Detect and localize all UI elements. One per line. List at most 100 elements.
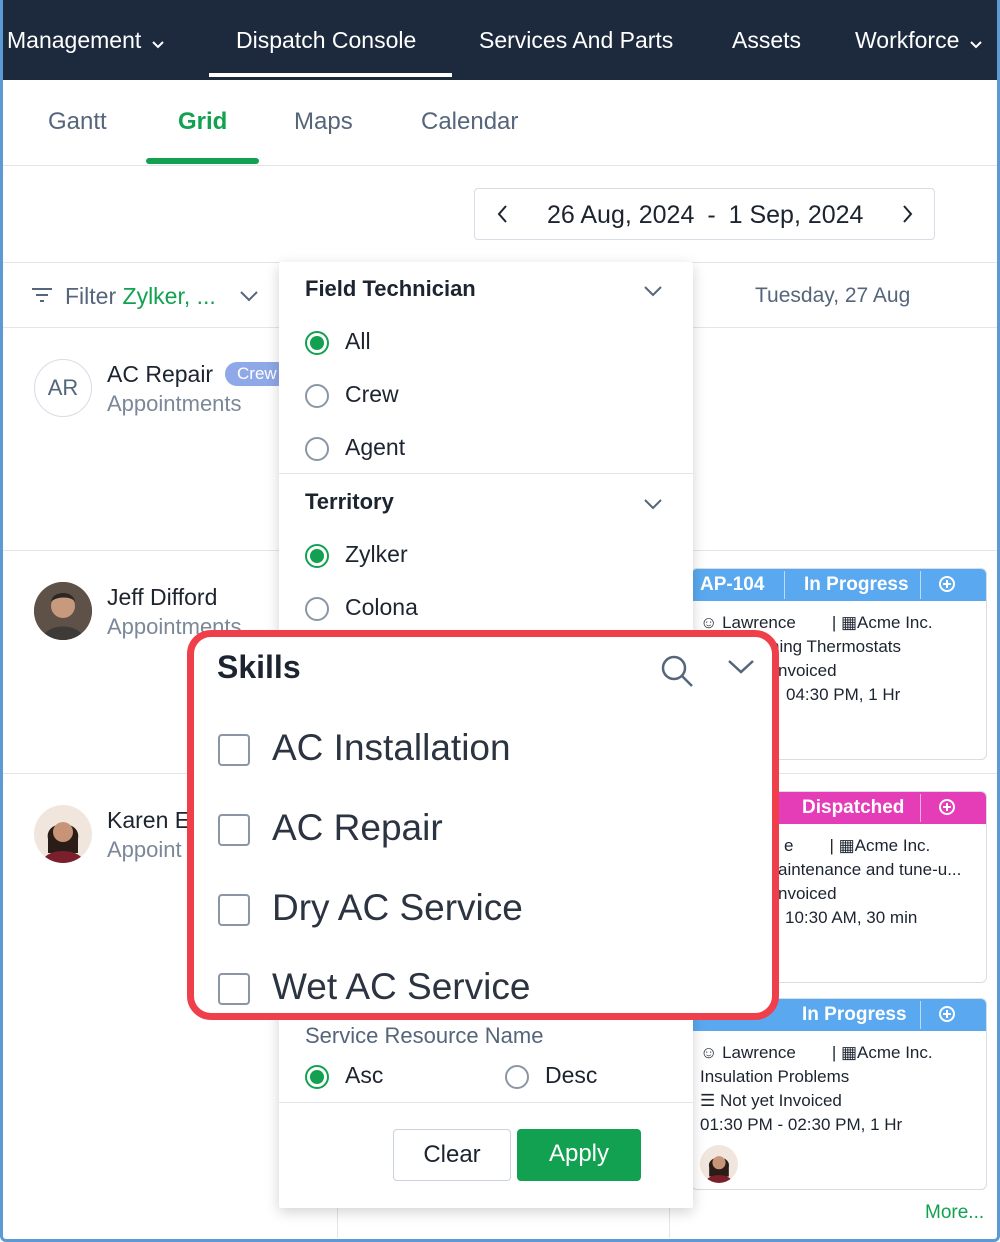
section-divider	[279, 473, 693, 474]
card-agent: Lawrence	[722, 1043, 796, 1062]
card-line: nvoiced	[778, 661, 837, 680]
appointment-id: AP-104	[700, 574, 765, 595]
dispatch-icon[interactable]	[938, 1005, 956, 1029]
card-line: ning Thermostats	[770, 637, 902, 656]
radio-button[interactable]	[305, 543, 329, 568]
card-line: ☺ Lawrence | ▦Acme Inc.	[700, 1043, 933, 1062]
option-label: Asc	[345, 1062, 384, 1088]
avatar	[34, 805, 92, 863]
divider	[920, 1001, 921, 1029]
dispatch-icon[interactable]	[938, 575, 956, 599]
nav-item-services-and-parts[interactable]: Services And Parts	[479, 0, 673, 80]
option-label: Desc	[545, 1062, 598, 1088]
filter-label: Filter	[65, 283, 117, 309]
checkbox[interactable]	[218, 973, 250, 1006]
appointment-card[interactable]: In Progress ☺ Lawrence | ▦Acme Inc. Insul…	[691, 998, 987, 1190]
option-label: Colona	[345, 594, 418, 620]
nav-item-label: Assets	[732, 27, 802, 53]
avatar	[700, 1145, 738, 1183]
tab-maps[interactable]: Maps	[294, 108, 353, 136]
skills-title: Skills	[217, 649, 301, 685]
building-icon: ▦	[840, 1043, 858, 1062]
resource-name[interactable]: Jeff Difford	[107, 584, 217, 611]
chevron-down-icon[interactable]	[239, 289, 259, 307]
card-line: 04:30 PM, 1 Hr	[786, 685, 901, 704]
tab-gantt[interactable]: Gantt	[48, 108, 107, 136]
nav-item-label: Dispatch Console	[236, 27, 417, 53]
resource-sub: Appoint	[107, 837, 182, 862]
resource-sub: Appointments	[107, 391, 242, 416]
radio-button[interactable]	[305, 383, 329, 408]
nav-active-indicator	[209, 73, 452, 77]
nav-item-workforce[interactable]: Workforce	[855, 0, 983, 80]
checkbox[interactable]	[218, 894, 250, 927]
status-badge: Dispatched	[802, 797, 905, 818]
radio-option-asc[interactable]: Asc	[305, 1062, 383, 1089]
section-divider	[279, 1102, 693, 1103]
invoice-icon: ☰	[700, 1091, 716, 1110]
radio-button[interactable]	[305, 436, 329, 461]
dispatch-icon[interactable]	[938, 798, 956, 822]
tab-active-indicator	[146, 158, 259, 164]
radio-option-colona[interactable]: Colona	[305, 594, 418, 621]
section-title-territory[interactable]: Territory	[305, 489, 394, 515]
nav-item-dispatch-console[interactable]: Dispatch Console	[236, 0, 416, 80]
skill-option[interactable]: Wet AC Service	[218, 966, 530, 1008]
chevron-down-icon[interactable]	[643, 497, 663, 515]
nav-item-assets[interactable]: Assets	[732, 0, 801, 80]
sort-title: Service Resource Name	[305, 1023, 544, 1048]
radio-option-all[interactable]: All	[305, 328, 371, 355]
apply-button[interactable]: Apply	[517, 1129, 641, 1181]
card-invoice-status: Not yet Invoiced	[719, 1091, 842, 1110]
chevron-left-icon[interactable]	[495, 203, 509, 230]
more-link[interactable]: More...	[925, 1202, 984, 1224]
view-tabs: Gantt Grid Maps Calendar	[3, 80, 997, 166]
card-line: 10:30 AM, 30 min	[785, 908, 918, 927]
option-label: Agent	[345, 434, 406, 460]
skill-label: AC Repair	[272, 807, 443, 848]
chevron-right-icon[interactable]	[901, 203, 915, 230]
card-agent: e	[784, 836, 794, 855]
user-icon: ☺	[700, 1043, 718, 1062]
avatar: AR	[34, 359, 92, 417]
nav-item-management[interactable]: Management	[7, 0, 165, 80]
chevron-down-icon	[969, 2, 983, 82]
status-badge: In Progress	[802, 1004, 907, 1025]
app-frame: Management Dispatch Console Services And…	[0, 0, 1000, 1242]
avatar	[34, 582, 92, 640]
tab-calendar[interactable]: Calendar	[421, 108, 518, 136]
radio-button[interactable]	[305, 330, 329, 355]
checkbox[interactable]	[218, 814, 250, 847]
nav-item-label: Workforce	[855, 27, 960, 53]
radio-option-crew[interactable]: Crew	[305, 381, 399, 408]
skills-section: Skills AC Installation AC Repair Dry AC …	[187, 630, 779, 1020]
skill-option[interactable]: AC Repair	[218, 807, 443, 849]
tab-grid[interactable]: Grid	[178, 108, 227, 136]
radio-option-agent[interactable]: Agent	[305, 434, 405, 461]
card-header: AP-104 In Progress	[692, 569, 986, 601]
section-title-field-technician[interactable]: Field Technician	[305, 276, 476, 302]
checkbox[interactable]	[218, 734, 250, 767]
card-company: Acme Inc.	[857, 1043, 933, 1062]
radio-button[interactable]	[305, 1064, 329, 1089]
radio-button[interactable]	[505, 1064, 529, 1089]
chevron-down-icon[interactable]	[643, 284, 663, 302]
chevron-down-icon[interactable]	[727, 659, 755, 680]
search-icon[interactable]	[659, 653, 695, 694]
radio-button[interactable]	[305, 596, 329, 621]
skill-option[interactable]: Dry AC Service	[218, 887, 523, 929]
date-range-separator: -	[707, 201, 716, 229]
card-line: e | ▦Acme Inc.	[784, 836, 931, 855]
skill-label: Wet AC Service	[272, 966, 531, 1007]
option-label: Crew	[345, 381, 399, 407]
skill-option[interactable]: AC Installation	[218, 727, 511, 769]
filter-button[interactable]: Filter Zylker, ...	[65, 283, 216, 310]
resource-name[interactable]: Karen E	[107, 807, 190, 834]
top-nav: Management Dispatch Console Services And…	[3, 0, 997, 80]
resource-name[interactable]: AC Repair	[107, 361, 213, 388]
clear-button[interactable]: Clear	[393, 1129, 511, 1181]
card-company: Acme Inc.	[854, 836, 931, 855]
radio-option-zylker[interactable]: Zylker	[305, 541, 408, 568]
radio-option-desc[interactable]: Desc	[505, 1062, 597, 1089]
building-icon: ▦	[840, 613, 858, 632]
